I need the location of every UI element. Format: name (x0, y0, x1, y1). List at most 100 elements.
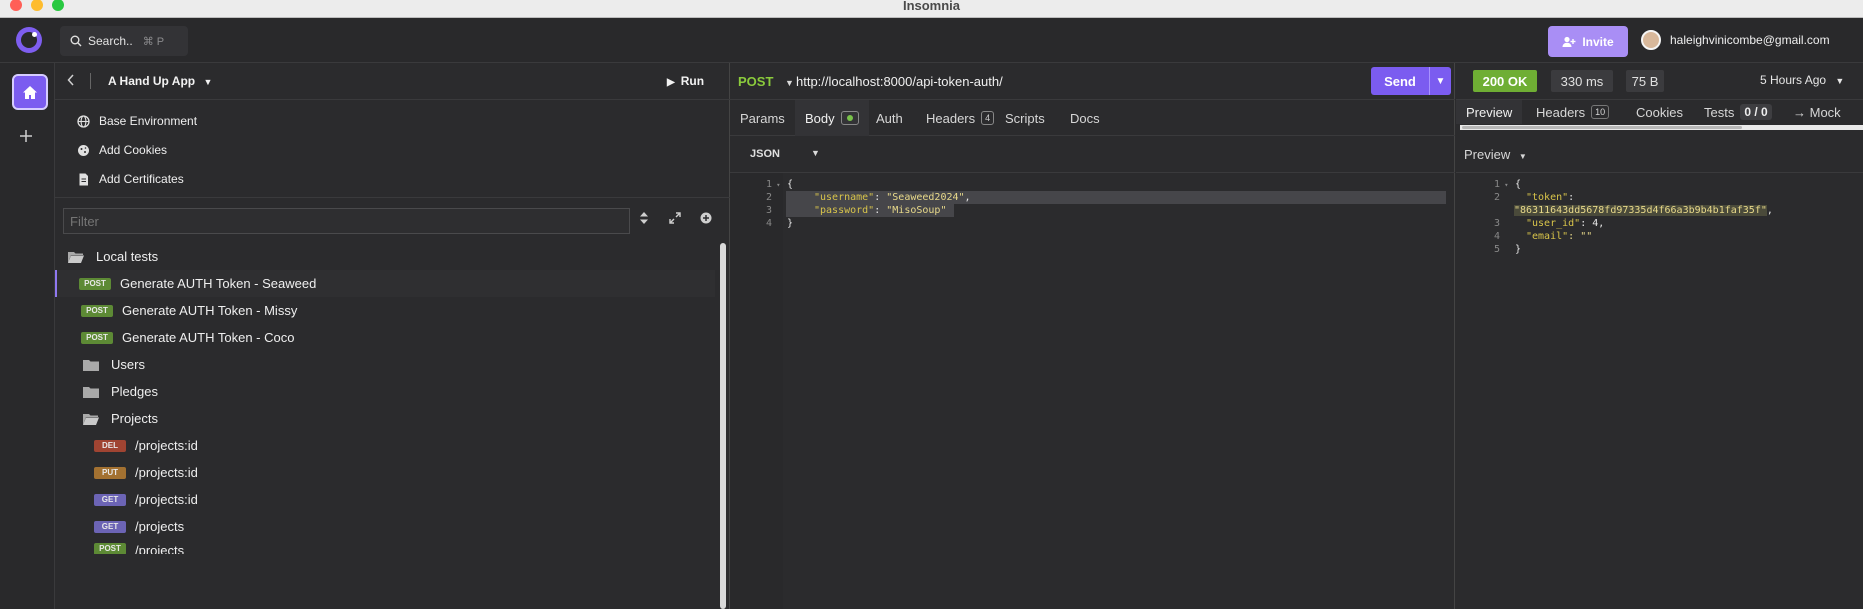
request-item-missy[interactable]: POST Generate AUTH Token - Missy (55, 297, 715, 324)
tab-response-headers[interactable]: Headers 10 (1526, 100, 1619, 124)
tab-body[interactable]: Body (795, 100, 869, 136)
tab-mock[interactable]: → Mock (1783, 100, 1851, 124)
project-name: A Hand Up App (108, 74, 196, 88)
json-punct: : 4, (1580, 218, 1605, 229)
request-pane: POST ▼ http://localhost:8000/api-token-a… (730, 63, 1455, 609)
divider (55, 197, 730, 198)
invite-button[interactable]: Invite (1548, 26, 1628, 57)
search-button[interactable]: Search.. ⌘ P (60, 26, 188, 56)
tab-headers[interactable]: Headers 4 (916, 100, 1004, 136)
request-item-put-project[interactable]: PUT /projects:id (55, 459, 715, 486)
add-certificates-item[interactable]: Add Certificates (77, 169, 184, 189)
plus-icon (20, 130, 32, 142)
tab-auth[interactable]: Auth (866, 100, 913, 136)
response-viewer[interactable]: 1 ▾ { 2 "token": "86311643dd5678fd97335d… (1456, 173, 1863, 609)
response-status-bar: 200 OK 330 ms 75 B 5 Hours Ago ▼ (1456, 63, 1863, 100)
tree-label: /projects:id (135, 465, 198, 480)
globe-icon (77, 114, 90, 128)
code-text: } (787, 218, 794, 229)
code-line: "86311643dd5678fd97335d4f66a3b9b4b1faf35… (1514, 204, 1773, 217)
folder-item-projects[interactable]: Projects (55, 405, 715, 432)
caret-down-icon: ▼ (785, 78, 794, 88)
method-badge: POST (94, 543, 126, 554)
tab-preview[interactable]: Preview (1456, 100, 1523, 124)
project-name-dropdown[interactable]: A Hand Up App ▼ (108, 74, 212, 88)
response-time-badge: 330 ms (1551, 70, 1613, 92)
tab-label: Body (805, 110, 835, 126)
user-email[interactable]: haleighvinicombe@gmail.com (1670, 33, 1830, 47)
project-header: A Hand Up App ▼ ▶ Run (55, 63, 730, 100)
expand-icon (669, 212, 681, 224)
insomnia-logo-icon[interactable] (16, 27, 42, 53)
url-input[interactable]: http://localhost:8000/api-token-auth/ (796, 74, 1003, 89)
filter-input[interactable] (63, 208, 630, 234)
sort-button[interactable] (640, 212, 648, 227)
method-dropdown[interactable]: POST ▼ (738, 74, 794, 89)
tab-params[interactable]: Params (730, 100, 795, 136)
cookie-icon (78, 144, 89, 156)
code-line: "email": "" (1526, 230, 1592, 243)
preview-mode-dropdown[interactable]: Preview ▼ (1464, 147, 1527, 162)
tabs-scrollbar[interactable] (1460, 125, 1863, 130)
scrollbar-thumb[interactable] (1462, 126, 1742, 129)
line-number: 4 (766, 218, 773, 229)
tab-docs[interactable]: Docs (1060, 100, 1110, 136)
env-item-label: Base Environment (99, 114, 198, 128)
create-new-button[interactable] (700, 212, 712, 227)
status-badge: 200 OK (1473, 70, 1537, 92)
code-text: { (787, 179, 794, 190)
response-history-dropdown[interactable]: 5 Hours Ago ▼ (1760, 73, 1844, 87)
add-workspace-button[interactable] (20, 125, 32, 148)
request-item-delete-project[interactable]: DEL /projects:id (55, 432, 715, 459)
tab-scripts[interactable]: Scripts (995, 100, 1055, 136)
caret-down-icon: ▼ (1518, 152, 1527, 161)
line-number: 5 (1494, 244, 1501, 255)
folder-item-users[interactable]: Users (55, 351, 715, 378)
body-type-dropdown[interactable]: JSON (750, 148, 780, 160)
avatar[interactable] (1641, 30, 1661, 50)
line-number: 4 (1494, 231, 1501, 242)
headers-count-badge: 4 (981, 111, 995, 125)
window-title: Insomnia (902, 0, 961, 13)
base-environment-item[interactable]: Base Environment (77, 111, 197, 131)
add-cookies-item[interactable]: Add Cookies (77, 140, 167, 160)
request-item-post-projects[interactable]: POST /projects (55, 540, 715, 554)
chevron-left-icon[interactable] (67, 73, 75, 89)
request-item-get-project[interactable]: GET /projects:id (55, 486, 715, 513)
json-key: "username" (814, 192, 875, 203)
request-item-seaweed[interactable]: POST Generate AUTH Token - Seaweed (55, 270, 715, 297)
tab-label: Headers (1536, 104, 1586, 120)
response-tabs: Preview Headers 10 Cookies Tests 0 / 0 →… (1456, 100, 1863, 124)
folder-open-icon (68, 251, 84, 263)
tree-label: Generate AUTH Token - Coco (122, 330, 295, 345)
send-button[interactable]: Send ▼ (1371, 67, 1451, 95)
caret-down-icon: ▼ (1835, 76, 1845, 86)
body-editor[interactable]: 1 ▾ { 2 "username": "Seaweed2024", 3 "pa… (730, 173, 1455, 609)
home-button[interactable] (12, 74, 48, 110)
tab-cookies[interactable]: Cookies (1626, 100, 1693, 124)
run-button[interactable]: ▶ Run (667, 74, 704, 88)
expand-all-button[interactable] (669, 212, 681, 227)
method-label: POST (738, 74, 774, 89)
method-badge: POST (81, 304, 113, 317)
window-titlebar: Insomnia (0, 0, 1863, 18)
request-item-get-projects[interactable]: GET /projects (55, 513, 715, 540)
folder-open-icon (83, 413, 99, 425)
folder-item-local-tests[interactable]: Local tests (55, 243, 715, 270)
tree-label: /projects:id (135, 492, 198, 507)
folder-item-pledges[interactable]: Pledges (55, 378, 715, 405)
time-ago: 5 Hours Ago (1760, 73, 1827, 87)
tab-label: Docs (1070, 110, 1100, 126)
request-item-coco[interactable]: POST Generate AUTH Token - Coco (55, 324, 715, 351)
left-rail (0, 63, 55, 609)
search-icon (70, 35, 82, 47)
tab-label: Scripts (1005, 110, 1045, 126)
tab-tests[interactable]: Tests 0 / 0 (1694, 100, 1782, 124)
json-value: "86311643dd5678fd97335d4f66a3b9b4b1faf35… (1514, 205, 1767, 216)
caret-down-icon[interactable]: ▼ (811, 148, 820, 158)
method-badge: POST (79, 277, 111, 290)
env-item-label: Add Cookies (99, 143, 168, 157)
caret-down-icon[interactable]: ▼ (1429, 67, 1451, 95)
tests-count-badge: 0 / 0 (1740, 104, 1772, 120)
sidebar-scrollbar[interactable] (720, 243, 726, 609)
